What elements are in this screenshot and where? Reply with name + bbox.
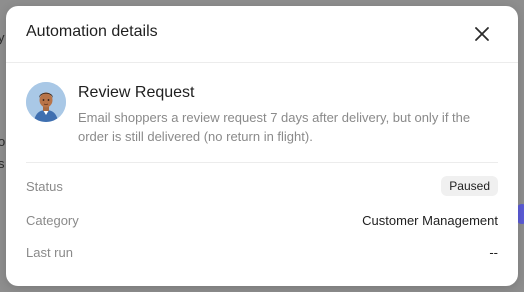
avatar-icon <box>26 82 66 122</box>
last-run-value: -- <box>489 245 498 260</box>
automation-details-modal: Automation details Review Request Email … <box>6 6 518 286</box>
modal-title: Automation details <box>26 23 158 40</box>
close-button[interactable] <box>472 24 492 44</box>
modal-header: Automation details <box>6 6 518 63</box>
detail-row-status: Status Paused <box>26 176 498 199</box>
close-icon <box>475 27 489 41</box>
background-text-fragment: s <box>0 156 5 171</box>
detail-row-category: Category Customer Management <box>26 213 498 233</box>
automation-name: Review Request <box>78 84 195 101</box>
last-run-label: Last run <box>26 245 73 260</box>
status-label: Status <box>26 179 63 194</box>
automation-description: Email shoppers a review request 7 days a… <box>78 110 471 144</box>
background-text-fragment: y <box>0 30 5 45</box>
detail-row-last-run: Last run -- <box>26 245 498 265</box>
avatar <box>26 82 66 122</box>
background-text-fragment: o <box>0 134 6 149</box>
category-label: Category <box>26 213 79 228</box>
modal-body: Review Request Email shoppers a review r… <box>26 62 498 260</box>
automation-summary: Review Request Email shoppers a review r… <box>26 62 498 163</box>
category-value: Customer Management <box>362 213 498 228</box>
status-badge: Paused <box>441 176 498 196</box>
